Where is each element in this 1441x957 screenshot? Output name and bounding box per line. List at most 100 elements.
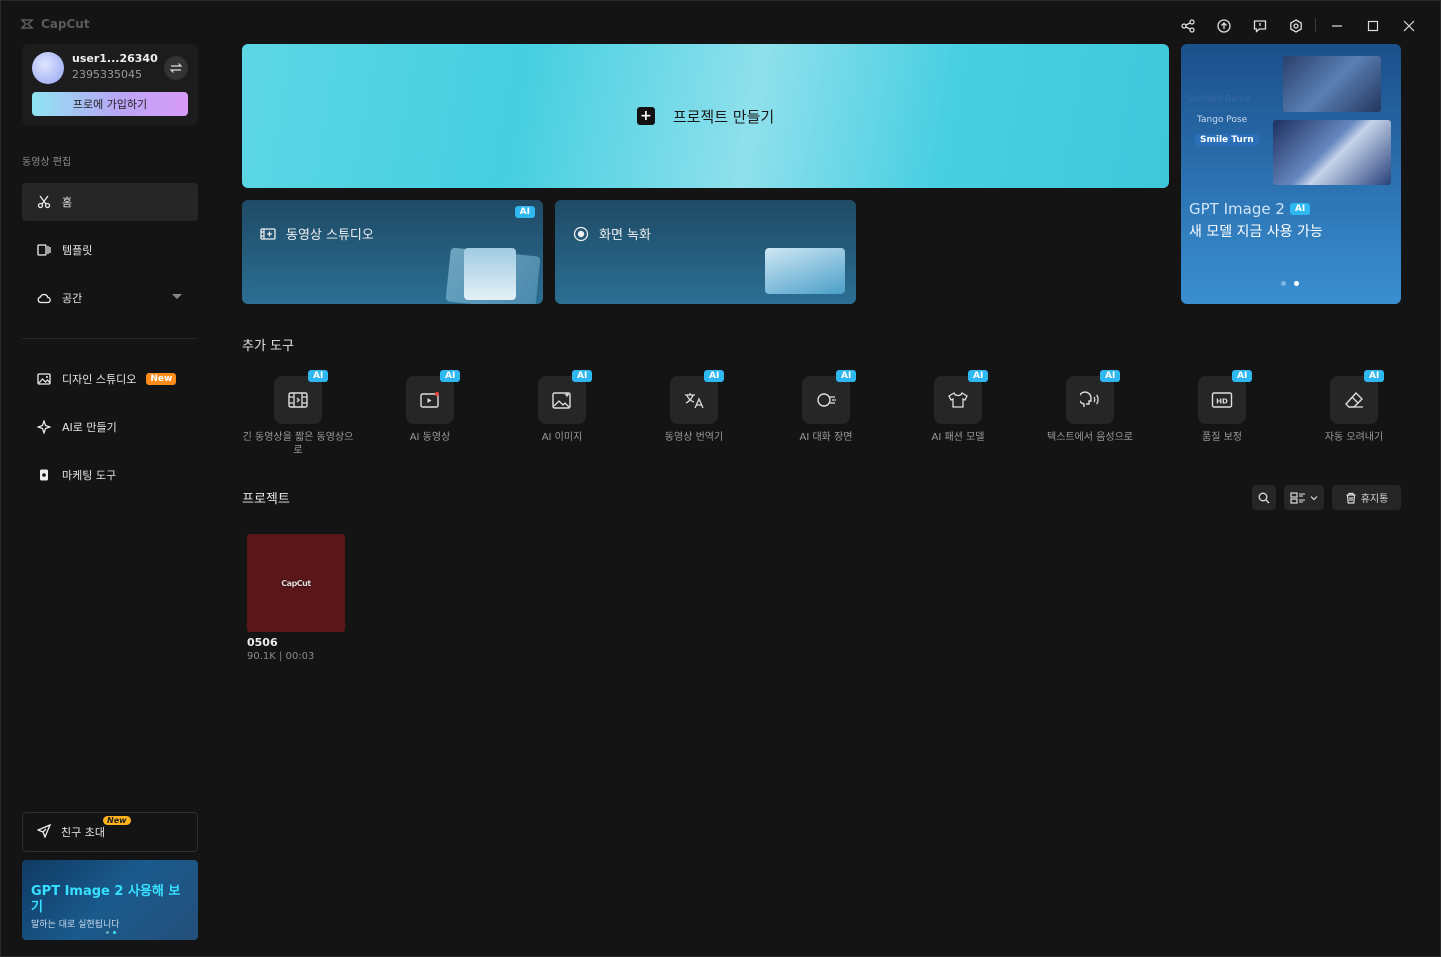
switch-account-icon[interactable]: [164, 56, 188, 80]
tool-auto-cutout[interactable]: AI 자동 오려내기: [1298, 370, 1410, 466]
eraser-icon: [1330, 376, 1378, 424]
upload-icon[interactable]: [1213, 15, 1235, 37]
tool-ai-image[interactable]: AI AI 이미지: [506, 370, 618, 466]
hero-prompt-2: Tango Pose: [1197, 115, 1248, 125]
sidebar-item-label: 홈: [62, 196, 73, 209]
promo-title: GPT Image 2 사용해 보기: [31, 884, 181, 915]
sidebar-item-templates[interactable]: 템플릿: [22, 231, 198, 269]
chevron-down-icon: [1310, 495, 1318, 500]
sidebar-item-label: AI로 만들기: [62, 421, 117, 434]
tool-ai-dialogue-scene[interactable]: AI AI 대화 장면: [770, 370, 882, 466]
create-project-button[interactable]: + 프로젝트 만들기: [242, 44, 1169, 188]
ai-video-icon: [406, 376, 454, 424]
ai-badge: AI: [440, 370, 461, 382]
portrait-image: [1273, 120, 1391, 185]
sidebar-item-label: 공간: [62, 292, 83, 305]
tool-text-to-speech[interactable]: AI 텍스트에서 음성으로: [1034, 370, 1146, 466]
tool-ai-fashion-model[interactable]: AI AI 패션 모델: [902, 370, 1014, 466]
sidebar-item-ai-create[interactable]: AI로 만들기: [22, 408, 198, 446]
gpt-image-hero-banner[interactable]: Spotlight Dance Tango Pose Smile Turn GP…: [1181, 44, 1401, 304]
tool-quality-enhance[interactable]: HD AI 품질 보정: [1166, 370, 1278, 466]
ai-badge: AI: [1364, 370, 1385, 382]
trash-button[interactable]: 휴지통: [1332, 485, 1401, 510]
video-studio-icon: [260, 227, 276, 240]
ai-badge: AI: [308, 370, 329, 382]
sidebar-item-home[interactable]: 홈: [22, 183, 198, 221]
ai-badge: AI: [1289, 203, 1311, 215]
account-card: user1...26340 2395335045 프로에 가입하기: [22, 44, 198, 125]
tool-video-translator[interactable]: AI 동영상 번역기: [638, 370, 750, 466]
cloud-icon: [36, 290, 52, 306]
close-icon[interactable]: [1398, 15, 1420, 37]
capcut-logo: CapCut: [21, 17, 90, 31]
send-icon: [36, 823, 52, 841]
hd-icon: HD: [1198, 376, 1246, 424]
avatar[interactable]: [32, 52, 64, 84]
more-tools-title: 추가 도구: [242, 339, 294, 354]
sidebar-item-marketing-tools[interactable]: 마케팅 도구: [22, 456, 198, 494]
dance-image: [1283, 56, 1381, 112]
sidebar-item-label: 템플릿: [62, 244, 93, 257]
ai-badge: AI: [1232, 370, 1253, 382]
hero-pagination[interactable]: [1281, 281, 1299, 286]
voice-icon: [1066, 376, 1114, 424]
ai-badge: AI: [704, 370, 725, 382]
search-button[interactable]: [1252, 485, 1276, 510]
screen-record-label: 화면 녹화: [599, 228, 651, 243]
invite-friends-button[interactable]: 친구 초대 New: [22, 812, 198, 852]
settings-icon[interactable]: [1285, 15, 1307, 37]
translate-icon: [670, 376, 718, 424]
ai-badge: AI: [514, 206, 535, 218]
thumbnail-watermark: CapCut: [281, 578, 311, 588]
template-icon: [36, 242, 52, 258]
app-title: CapCut: [41, 17, 90, 31]
shirt-icon: [934, 376, 982, 424]
hero-title-text: GPT Image 2: [1189, 200, 1285, 218]
sidebar-item-label: 디자인 스튜디오: [62, 373, 137, 386]
record-icon: [573, 226, 589, 241]
trash-icon: [1346, 492, 1356, 504]
video-studio-card[interactable]: 동영상 스튜디오 AI: [242, 200, 543, 304]
design-image-icon: [36, 371, 52, 387]
feedback-icon[interactable]: [1249, 15, 1271, 37]
chevron-down-icon[interactable]: [172, 294, 182, 299]
view-toggle-button[interactable]: [1284, 485, 1324, 510]
app-window: CapCut user1...26340 2395335045 프로에 가입하기…: [0, 0, 1441, 957]
promo-subtitle: 말하는 대로 실현됩니다: [31, 920, 120, 930]
sidebar-item-label: 마케팅 도구: [62, 469, 117, 482]
scissors-icon: [36, 194, 52, 210]
project-name[interactable]: 0506: [247, 636, 278, 649]
projects-title: 프로젝트: [242, 492, 290, 507]
tool-label: 자동 오려내기: [1324, 432, 1384, 443]
screen-record-preview: [765, 248, 845, 294]
share-icon[interactable]: [1177, 15, 1199, 37]
ai-badge: AI: [836, 370, 857, 382]
tool-ai-video[interactable]: AI AI 동영상: [374, 370, 486, 466]
gpt-image-promo-banner[interactable]: GPT Image 2 사용해 보기 말하는 대로 실현됩니다: [22, 860, 198, 940]
trash-label: 휴지통: [1360, 494, 1389, 505]
video-edit-section-label: 동영상 편집: [22, 157, 72, 168]
film-cut-icon: [274, 376, 322, 424]
new-badge: New: [103, 816, 131, 825]
tool-label: 긴 동영상을 짧은 동영상으로: [242, 432, 354, 456]
project-thumbnail[interactable]: CapCut: [247, 534, 345, 632]
sparkle-icon: [36, 419, 52, 435]
sidebar-item-space[interactable]: 공간: [22, 279, 198, 317]
promo-pagination: [106, 931, 116, 934]
ai-badge: AI: [572, 370, 593, 382]
dialogue-icon: [802, 376, 850, 424]
grid-view-icon: [1290, 491, 1305, 504]
minimize-icon[interactable]: [1326, 15, 1348, 37]
tool-label: AI 패션 모델: [931, 432, 985, 443]
sidebar-item-design-studio[interactable]: 디자인 스튜디오 New: [22, 360, 198, 398]
tool-label: AI 대화 장면: [799, 432, 853, 443]
hero-subtitle: 새 모델 지금 사용 가능: [1189, 224, 1323, 240]
sidebar-divider: [22, 338, 198, 339]
create-project-label: 프로젝트 만들기: [672, 107, 775, 126]
join-pro-button[interactable]: 프로에 가입하기: [32, 92, 188, 116]
tool-long-to-short[interactable]: AI 긴 동영상을 짧은 동영상으로: [242, 370, 354, 466]
titlebar-separator: [1315, 18, 1316, 32]
username: user1...26340: [72, 52, 158, 65]
maximize-icon[interactable]: [1362, 15, 1384, 37]
screen-record-card[interactable]: 화면 녹화: [555, 200, 856, 304]
